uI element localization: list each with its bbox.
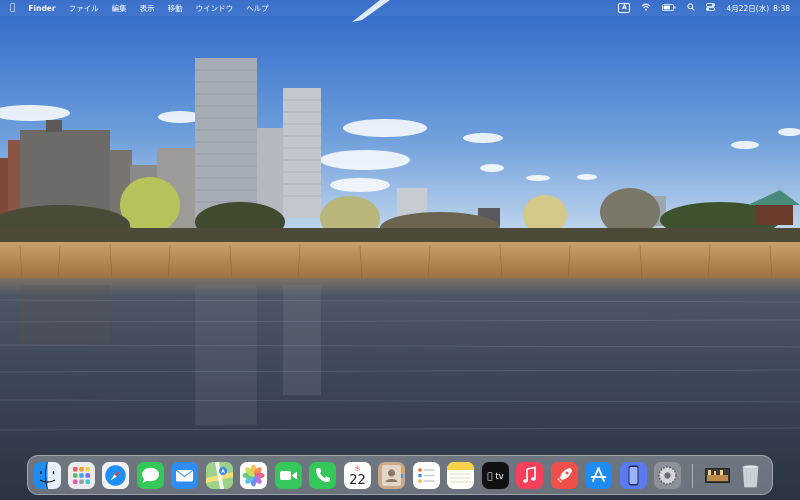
menu-file[interactable]: ファイル [69, 3, 99, 14]
trash-icon [742, 465, 759, 488]
iphone-mirroring-icon [620, 462, 647, 489]
image-stack-icon [705, 468, 730, 483]
dock-item-app-store[interactable] [585, 462, 612, 489]
menu-app-name[interactable]: Finder [28, 4, 55, 13]
dock-item-mail[interactable] [171, 462, 198, 489]
dock-item-messages[interactable] [137, 462, 164, 489]
dock-item-image-stack[interactable] [704, 462, 731, 489]
control-center-icon[interactable] [706, 3, 716, 13]
facetime-icon [275, 462, 302, 489]
dock-item-contacts[interactable] [378, 462, 405, 489]
calendar-weekday: 水 [355, 465, 361, 473]
dock-item-rocket[interactable] [551, 462, 578, 489]
maps-icon [206, 462, 233, 489]
dock-item-reminders[interactable] [413, 462, 440, 489]
spotlight-search-icon[interactable] [687, 3, 696, 13]
menu-bar:  Finder ファイル 編集 表示 移動 ウインドウ ヘルプ A 4月22日… [0, 0, 800, 16]
notes-icon [447, 462, 474, 489]
messages-icon [137, 462, 164, 489]
dock-item-facetime[interactable] [275, 462, 302, 489]
dock-item-trash[interactable] [737, 462, 764, 489]
menu-edit[interactable]: 編集 [112, 3, 127, 14]
menu-bar-time[interactable]: 8:38 [773, 4, 790, 13]
dock-item-safari[interactable] [102, 462, 129, 489]
finder-icon [34, 462, 61, 489]
dock-item-maps[interactable] [206, 462, 233, 489]
dock-item-system-settings[interactable] [654, 462, 681, 489]
contacts-icon [378, 462, 405, 489]
dock-item-apple-tv[interactable]:  tv [482, 462, 509, 489]
desktop-wallpaper [0, 0, 800, 500]
system-settings-icon [654, 462, 681, 489]
dock-divider [692, 464, 693, 488]
menu-bar-left:  Finder ファイル 編集 表示 移動 ウインドウ ヘルプ [0, 0, 282, 16]
apple-tv-label: tv [495, 472, 503, 482]
dock-item-launchpad[interactable] [68, 462, 95, 489]
calendar-day: 22 [349, 473, 366, 488]
dock-item-finder[interactable] [34, 462, 61, 489]
phone-icon [309, 462, 336, 489]
menu-bar-date[interactable]: 4月22日(水) [726, 3, 769, 14]
dock-item-phone[interactable] [309, 462, 336, 489]
menu-go[interactable]: 移動 [168, 3, 183, 14]
rocket-icon [551, 462, 578, 489]
dock-item-notes[interactable] [447, 462, 474, 489]
dock-item-photos[interactable] [240, 462, 267, 489]
wifi-icon[interactable] [641, 3, 651, 13]
reminders-icon [413, 462, 440, 489]
menu-help[interactable]: ヘルプ [246, 3, 269, 14]
apple-logo-icon[interactable]:  [10, 3, 15, 13]
menu-bar-right: A 4月22日(水) 8:38 [607, 0, 800, 16]
calendar-icon: 水 22 [344, 462, 371, 489]
dock-item-iphone-mirroring[interactable] [620, 462, 647, 489]
launchpad-icon [68, 462, 95, 489]
app-store-icon [585, 462, 612, 489]
input-source-indicator[interactable]: A [618, 3, 631, 13]
photos-icon [240, 462, 267, 489]
mail-icon [171, 462, 198, 489]
menu-view[interactable]: 表示 [140, 3, 155, 14]
apple-tv-icon:  tv [482, 462, 509, 489]
dock: 水 22 tv [27, 455, 773, 495]
dock-item-music[interactable] [516, 462, 543, 489]
dock-item-calendar[interactable]: 水 22 [344, 462, 371, 489]
desktop[interactable]:  Finder ファイル 編集 表示 移動 ウインドウ ヘルプ A 4月22日… [0, 0, 800, 500]
battery-icon[interactable] [662, 3, 676, 13]
menu-window[interactable]: ウインドウ [196, 3, 234, 14]
svg-text::  [487, 472, 492, 482]
safari-icon [102, 462, 129, 489]
music-icon [516, 462, 543, 489]
